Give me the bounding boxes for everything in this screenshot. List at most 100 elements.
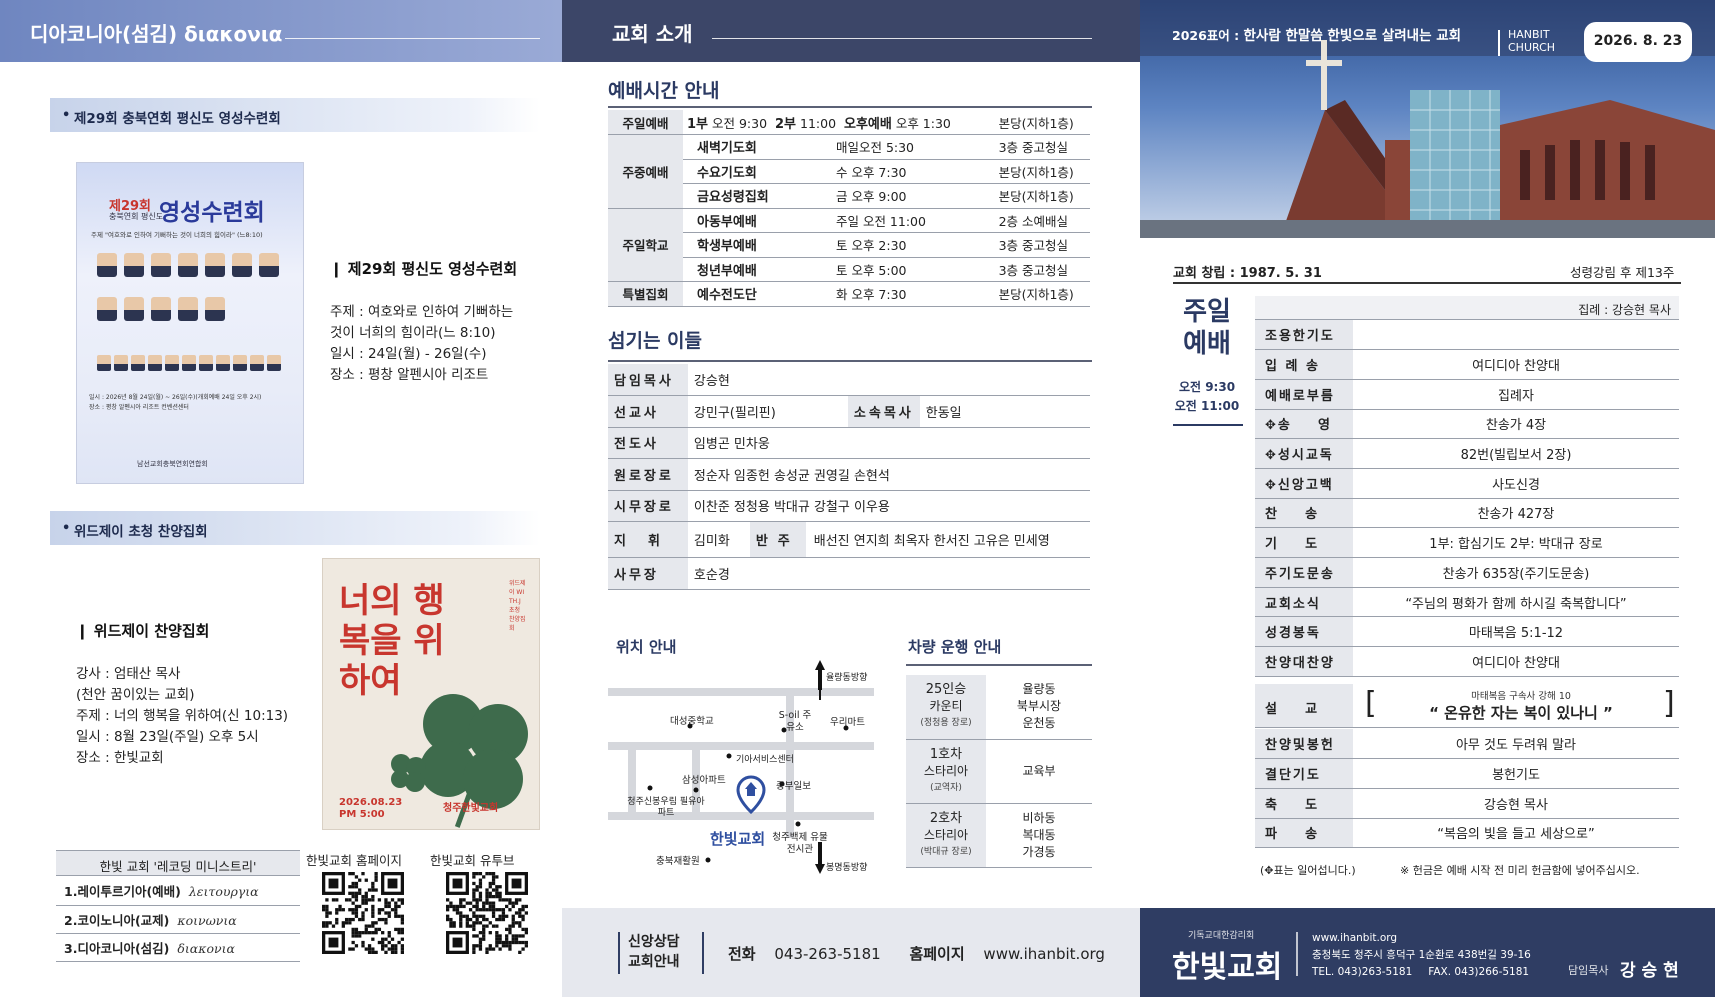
worship-time: 금 오후 9:00 (831, 183, 995, 209)
worship-place: 본당(지하1층) (994, 281, 1090, 307)
ministry-greek: λειτουργια (188, 884, 259, 900)
panel2-header: 교회 소개 (562, 0, 1140, 62)
bus-car-driver: (박대규 장로) (920, 846, 972, 857)
speaker-photo (97, 253, 117, 277)
worship-place: 3층 중고청실 (994, 232, 1090, 258)
header-rule (285, 38, 540, 39)
worship-place: 본당(지하1층) (994, 183, 1090, 209)
map-church-label: 한빛교회 (710, 830, 766, 848)
order-of-worship: 조용한기도 입 례 송 여디디아 찬양대 예배로부름 집례자 ✥송 영 찬송가 4장 ✥성시교… (1255, 320, 1679, 677)
worship-time: 토 오후 2:30 (831, 232, 995, 258)
table-row: 특별집회 예수전도단 화 오후 7:30 본당(지하1층) (608, 281, 1090, 307)
bracket-left-icon: [ (1365, 686, 1377, 721)
staff-key: 지휘 (608, 521, 688, 558)
order-value: 찬송가 635장(주기도문송) (1353, 557, 1679, 588)
pastor-name: 강 승 현 (1620, 961, 1679, 981)
homepage-link[interactable]: www.ihanbit.org (983, 945, 1105, 963)
table-row: 찬양및봉헌 아무 것도 두려워 말라 (1255, 729, 1679, 760)
concert-poster: 너의 행복을 위하여 위드제이 WITH.J 초청 찬양집회 2026.08.2… (322, 558, 540, 830)
bus-route: 교육부 (986, 739, 1092, 804)
service-title-line: 예배 (1183, 329, 1231, 359)
sermon-series: 마태복음 구속사 강해 10 (1471, 691, 1571, 702)
retreat-poster: 제29회 충북연회 평신도 영성수련회 주제 "여호와로 인하여 기뻐하는 것이… (76, 162, 304, 484)
panel-diakonia: 디아코니아(섬김) διακονια • 제29회 충북연회 평신도 영성수련회 … (0, 0, 562, 997)
homepage-qr-code[interactable] (322, 872, 404, 954)
footer-tel[interactable]: TEL. 043)263-5181 (1312, 966, 1412, 978)
poster2-side: 위드제이 WITH.J 초청 찬양집회 (509, 580, 526, 632)
concert-line: 주제 : 너의 행복을 위하여(신 10:13) (76, 708, 289, 724)
week-rule (1173, 282, 1681, 284)
footer-divider (1296, 932, 1298, 976)
table-row: 사무장 호순경 (608, 557, 1090, 590)
worship-times-title: 예배시간 안내 (608, 80, 720, 102)
worship-time: 수 오후 7:30 (831, 159, 995, 184)
participant-photo (250, 355, 264, 371)
liturgical-week: 성령강림 후 제13주 (1570, 265, 1675, 280)
participant-photo (165, 355, 179, 371)
youtube-qr-code[interactable] (446, 872, 528, 954)
order-rows-2: 찬양및봉헌 아무 것도 두려워 말라 결단기도 봉헌기도 축 도 강승현 목사 파 송 “복음… (1255, 729, 1679, 849)
table-row: 주일예배 1부 오전 9:30 2부 11:00 오후예배 오후 1:30 본당… (608, 110, 1090, 135)
footer-label: 교회안내 (628, 954, 680, 970)
order-value: 사도신경 (1353, 468, 1679, 499)
worship-place: 본당(지하1층) (994, 159, 1090, 184)
concert-line: 장소 : 한빛교회 (76, 750, 164, 766)
sermon-row: 설 교 [ ] 마태복음 구속사 강해 10 “ 온유한 자는 복이 있나니 ” (1255, 684, 1679, 728)
table-row: ✥신앙고백 사도신경 (1255, 468, 1679, 499)
church-contact: www.ihanbit.org 충청북도 청주시 흥덕구 1순환로 438번길 … (1312, 930, 1531, 981)
motto-text: 한사람 한말씀 한빛으로 살려내는 교회 (1243, 28, 1462, 44)
bus-route: 율량동 북부시장 운천동 (986, 675, 1092, 740)
staff-title: 섬기는 이들 (608, 330, 703, 352)
ministry-label: 3.디아코니아(섬김) (64, 940, 170, 956)
tel-label: 전화 (728, 945, 756, 963)
speaker-photo (124, 297, 144, 321)
ministry-greek: κοινωνια (177, 912, 237, 928)
order-key: 조용한기도 (1255, 320, 1353, 351)
speaker-photo (205, 297, 225, 321)
concert-line: (천안 꿈이있는 교회) (76, 687, 195, 703)
bus-stop: 북부시장 (1016, 699, 1062, 714)
order-value: 봉헌기도 (1353, 758, 1679, 789)
table-row: 2호차 스타리아 (박대규 장로) 비하동 복대동 가경동 (906, 803, 1092, 868)
stand-note: (✥표는 일어섭니다.) (1260, 864, 1356, 877)
table-row: 주중예배 새벽기도회 매일오전 5:30 3층 중고청실 (608, 134, 1090, 209)
bus-car: 25인승 카운티 (정청용 장로) (906, 675, 986, 740)
footer-web[interactable]: www.ihanbit.org (1312, 930, 1531, 947)
map-north-label: 율량동방향 (826, 673, 868, 683)
order-key: 성경봉독 (1255, 616, 1353, 648)
worship-name: 수요기도회 (683, 159, 832, 184)
order-key: ✥송 영 (1255, 409, 1353, 440)
staff-key: 원로장로 (608, 458, 688, 491)
worship-place: 2층 소예배실 (994, 208, 1090, 233)
qr-home-label: 한빛교회 홈페이지 (306, 853, 402, 868)
order-key: ✥성시교독 (1255, 438, 1353, 469)
bus-rule (906, 664, 1092, 666)
map-label: 우리마트 (830, 717, 865, 728)
retreat-title-text: 제29회 평신도 영성수련회 (347, 260, 518, 278)
order-key: 찬양대찬양 (1255, 646, 1353, 677)
worship-place: 본당(지하1층) (994, 110, 1090, 135)
participant-photo (216, 355, 230, 371)
order-value: 아무 것도 두려워 말라 (1353, 729, 1679, 760)
founded-date: 교회 창립 : 1987. 5. 31 (1173, 266, 1322, 281)
speaker-photo (178, 297, 198, 321)
service-title-line: 주일 (1183, 297, 1231, 327)
staff-value: 한동일 (919, 395, 1090, 428)
poster2-date: 2026.08.23 (339, 797, 403, 808)
sermon-title: “ 온유한 자는 복이 있나니 ” (1429, 704, 1613, 722)
speaker-photo (97, 297, 117, 321)
order-key: 축 도 (1255, 788, 1353, 819)
retreat-line: 주제 : 여호와로 인하여 기뻐하는 (330, 304, 514, 320)
pastor-label: 담임목사 (1568, 964, 1609, 977)
table-row: 선교사 강민구(필리핀) 소속목사 한동일 (608, 395, 1090, 428)
ministry-label: 1.레이투르기아(예배) (64, 884, 181, 900)
worship-name: 청년부예배 (683, 257, 832, 282)
tel-link[interactable]: 043-263-5181 (774, 945, 880, 963)
table-row: 전도사 임병곤 민차웅 (608, 427, 1090, 459)
staff-rule (608, 360, 1092, 362)
retreat-line: 일시 : 24일(월) - 26일(수) (330, 346, 487, 362)
church-photo: 2026표어 : 한사람 한말씀 한빛으로 살려내는 교회 HANBIT CHU… (1140, 0, 1715, 238)
worship-name: 아동부예배 (683, 208, 832, 233)
table-row: ✥성시교독 82번(빌립보서 2장) (1255, 438, 1679, 469)
table-row: 담임목사 강승현 (608, 364, 1090, 396)
